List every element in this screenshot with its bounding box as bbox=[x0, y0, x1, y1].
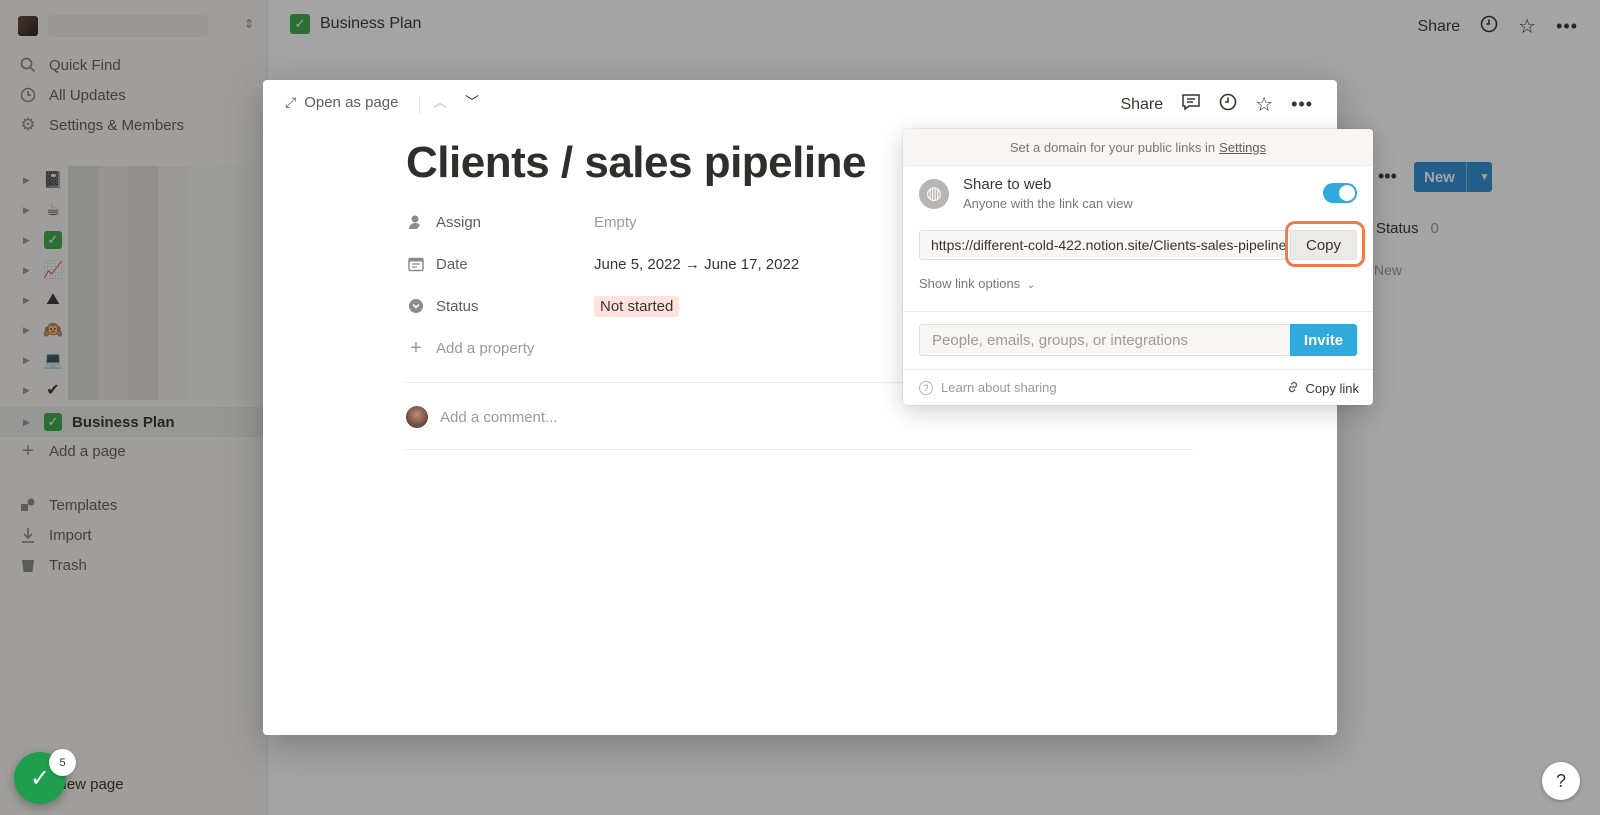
chevron-down-icon: ⌄ bbox=[1026, 280, 1036, 291]
property-value[interactable]: Empty bbox=[594, 214, 637, 231]
toggle-knob bbox=[1339, 185, 1355, 201]
invite-input[interactable]: People, emails, groups, or integrations bbox=[919, 324, 1290, 356]
comment-icon[interactable] bbox=[1181, 93, 1201, 116]
page-title[interactable]: Clients / sales pipeline bbox=[406, 138, 866, 188]
share-to-web-title: Share to web bbox=[963, 176, 1052, 193]
expand-arrows-icon: ⤢ bbox=[285, 94, 297, 110]
share-to-web-toggle[interactable] bbox=[1323, 183, 1357, 203]
link-icon bbox=[1286, 380, 1300, 397]
show-link-options-button[interactable]: Show link options ⌄ bbox=[919, 276, 1035, 291]
divider bbox=[903, 369, 1373, 370]
calendar-icon bbox=[406, 256, 426, 272]
notification-badge: 5 bbox=[49, 749, 76, 776]
add-comment-input[interactable]: Add a comment... bbox=[406, 406, 558, 428]
property-value[interactable]: June 5, 2022 → June 17, 2022 bbox=[594, 256, 799, 273]
person-icon bbox=[406, 214, 426, 230]
chevron-down-icon[interactable]: ﹀ bbox=[465, 92, 479, 112]
open-as-page-button[interactable]: ⤢ Open as page bbox=[285, 94, 398, 111]
invite-row: People, emails, groups, or integrations … bbox=[919, 324, 1357, 356]
property-name: Date bbox=[436, 255, 468, 273]
modal-actions: Share ☆ ••• bbox=[1120, 92, 1313, 117]
clock-icon[interactable] bbox=[1219, 93, 1237, 116]
divider bbox=[403, 449, 1193, 450]
domain-notice: Set a domain for your public links in Se… bbox=[903, 129, 1373, 166]
more-icon[interactable]: ••• bbox=[1291, 94, 1313, 115]
share-popover: Set a domain for your public links in Se… bbox=[903, 129, 1373, 405]
plus-icon: + bbox=[410, 336, 422, 359]
checkmark-icon: ✓ bbox=[29, 764, 51, 792]
property-status[interactable]: Status Not started bbox=[406, 289, 966, 323]
share-to-web: ◍ Share to web Anyone with the link can … bbox=[919, 176, 1133, 211]
property-assign[interactable]: Assign Empty bbox=[406, 205, 966, 239]
property-date[interactable]: Date June 5, 2022 → June 17, 2022 bbox=[406, 247, 966, 281]
globe-icon: ◍ bbox=[919, 178, 949, 209]
add-property-button[interactable]: + Add a property bbox=[406, 331, 966, 365]
learn-about-sharing-link[interactable]: ? Learn about sharing bbox=[919, 380, 1057, 395]
status-badge[interactable]: Not started bbox=[594, 295, 680, 317]
invite-button[interactable]: Invite bbox=[1290, 324, 1357, 356]
property-name: Status bbox=[436, 297, 479, 315]
avatar bbox=[406, 406, 428, 428]
question-icon: ? bbox=[919, 380, 933, 395]
settings-link[interactable]: Settings bbox=[1219, 140, 1266, 155]
copy-link-button[interactable]: Copy link bbox=[1286, 380, 1359, 397]
star-icon[interactable]: ☆ bbox=[1255, 92, 1273, 117]
property-name: Assign bbox=[436, 213, 482, 231]
status-icon bbox=[406, 298, 426, 314]
share-button[interactable]: Share bbox=[1120, 96, 1163, 114]
chevron-up-icon[interactable]: ︿ bbox=[433, 92, 447, 112]
public-url[interactable]: https://different-cold-422.notion.site/C… bbox=[920, 237, 1290, 253]
divider bbox=[903, 311, 1373, 312]
help-button[interactable]: ? bbox=[1542, 762, 1580, 800]
highlight-ring bbox=[1285, 221, 1365, 267]
divider bbox=[419, 96, 420, 114]
share-to-web-subtitle: Anyone with the link can view bbox=[963, 196, 1133, 211]
